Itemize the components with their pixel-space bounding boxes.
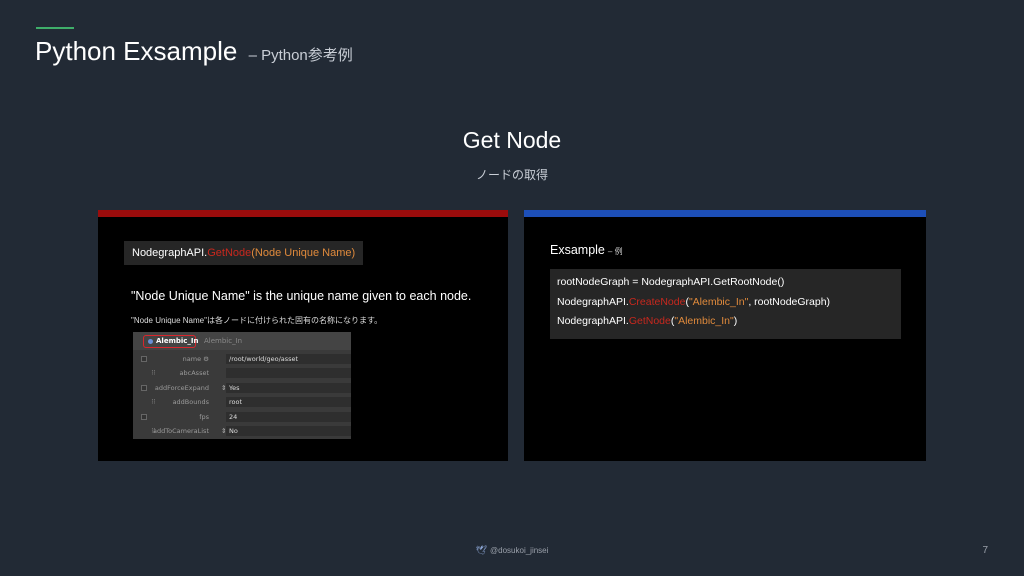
title-accent-line <box>36 27 74 29</box>
code-string: "Alembic_In" <box>674 315 734 327</box>
param-label: addBounds <box>172 398 209 407</box>
param-row: ⠿ abcAsset <box>133 366 351 380</box>
param-field: Yes <box>226 382 351 393</box>
description-jp: "Node Unique Name"は各ノードに付けられた固有の名称になります。 <box>131 316 383 325</box>
param-check <box>141 384 147 391</box>
param-row: addForceExpand ⇕ Yes <box>133 381 351 395</box>
example-title-main: Exsample <box>550 243 605 257</box>
footer-handle: 🕊 @dosukoi_jinsei <box>0 545 1024 556</box>
code-text: NodegraphAPI. <box>557 295 629 308</box>
code-line: rootNodeGraph = NodegraphAPI.GetRootNode… <box>557 275 901 295</box>
code-text: ) <box>733 315 738 327</box>
param-field: No <box>226 426 351 436</box>
code-block: rootNodeGraph = NodegraphAPI.GetRootNode… <box>550 269 901 339</box>
param-row: ⠿ addToCameraList ⇕ No <box>133 424 351 438</box>
lock-icon: ⠿ <box>151 369 156 378</box>
param-label: abcAsset <box>179 369 209 378</box>
signature-box: NodegraphAPI.GetNode(Node Unique Name) <box>124 241 364 265</box>
gear-icon: ⚙ <box>203 355 209 363</box>
code-method: CreateNode <box>628 295 686 308</box>
param-label: addToCameraList <box>153 427 209 435</box>
code-string: "Alembic_In" <box>688 295 749 308</box>
node-name: Alembic_In <box>156 337 199 345</box>
signature-args: (Node Unique Name) <box>251 247 356 259</box>
code-line: NodegraphAPI.GetNode("Alembic_In") <box>557 314 901 334</box>
param-check <box>141 413 147 420</box>
example-title-sub: – 例 <box>607 247 623 256</box>
lock-icon: ⠿ <box>151 398 156 407</box>
section-subtitle: ノードの取得 <box>475 168 548 182</box>
section-title: Get Node <box>462 127 562 153</box>
code-text: rootNodeGraph = NodegraphAPI.GetRootNode… <box>557 276 785 288</box>
param-field: 24 <box>226 411 351 422</box>
signature-method: GetNode <box>207 247 252 259</box>
param-check <box>141 356 147 362</box>
node-name-chip: Alembic_In <box>143 335 199 348</box>
param-field: /root/world/geo/asset <box>226 354 351 364</box>
example-panel: Exsample – 例 rootNodeGraph = NodegraphAPI… <box>524 210 926 461</box>
syntax-panel: NodegraphAPI.GetNode(Node Unique Name) "… <box>98 210 508 461</box>
param-label: addForceExpand <box>154 383 209 392</box>
handle-text: @dosukoi_jinsei <box>490 546 549 555</box>
node-type-icon <box>148 339 153 344</box>
code-method: GetNode <box>628 315 671 327</box>
slide-title: Python Exsample – Python参考例 <box>35 36 353 67</box>
param-label: name ⚙ <box>182 355 209 363</box>
param-field <box>226 368 351 379</box>
signature-prefix: NodegraphAPI. <box>132 247 208 259</box>
twitter-bird-icon: 🕊 <box>475 545 488 555</box>
code-line: NodegraphAPI.CreateNode("Alembic_In", ro… <box>557 295 901 315</box>
param-label: fps <box>199 412 209 421</box>
example-title: Exsample – 例 <box>550 243 623 257</box>
param-row: name ⚙ /root/world/geo/asset <box>133 352 351 366</box>
slide-title-main: Python Exsample <box>35 36 238 66</box>
param-row: ⠿ addBounds root <box>133 395 351 409</box>
code-text: NodegraphAPI. <box>557 315 629 327</box>
node-type-label: Alembic_In <box>204 337 243 345</box>
param-row: fps 24 <box>133 410 351 424</box>
page-number: 7 <box>982 545 988 556</box>
param-field: root <box>226 397 351 408</box>
parameter-header: Alembic_In Alembic_In <box>133 332 351 350</box>
parameter-editor-screenshot: Alembic_In Alembic_In name ⚙ /root/world… <box>133 332 351 439</box>
code-text: , rootNodeGraph) <box>748 295 831 308</box>
description-en: "Node Unique Name" is the unique name gi… <box>131 289 472 303</box>
slide-title-sub: – Python参考例 <box>248 47 353 64</box>
